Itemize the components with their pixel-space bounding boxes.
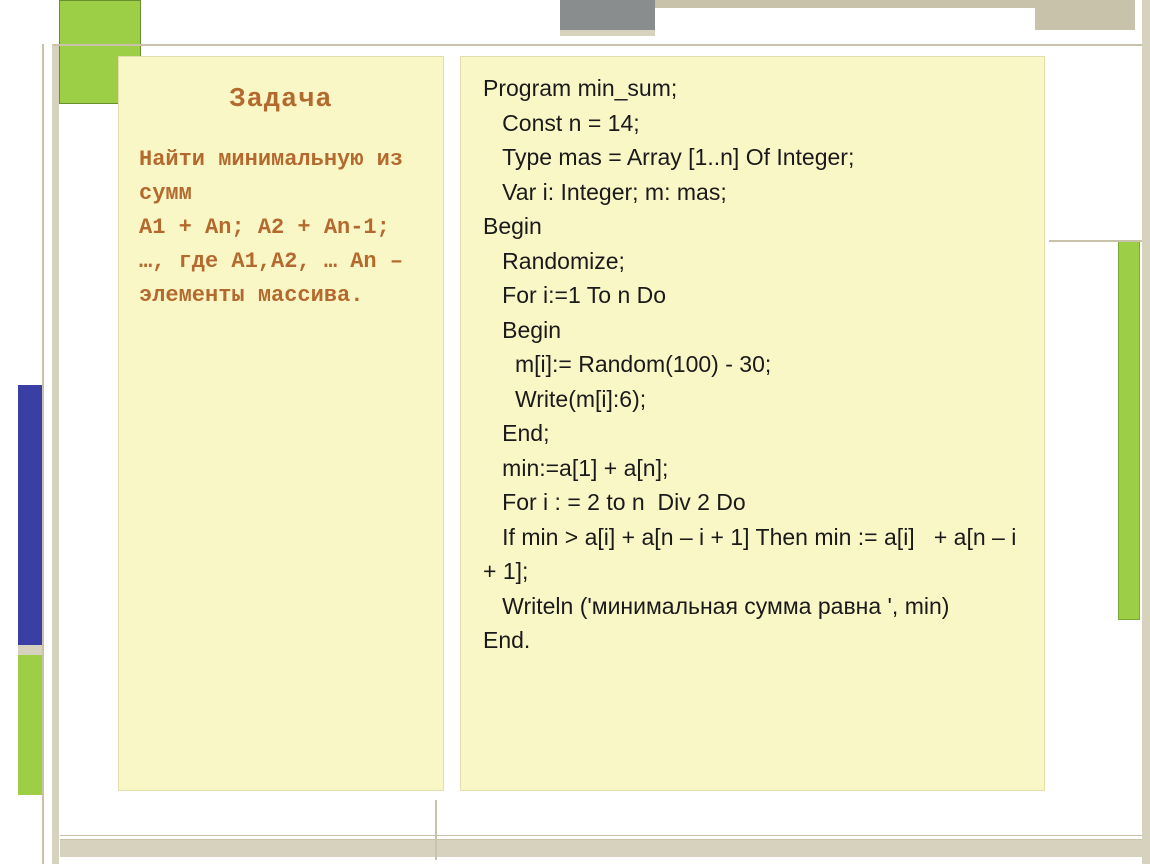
deco-top-tan2 — [655, 0, 1035, 8]
deco-right-tan — [1142, 0, 1150, 864]
deco-top-gray — [560, 0, 655, 30]
task-title: Задача — [139, 85, 423, 115]
task-description: Найти минимальную из сумм A1 + An; A2 + … — [139, 143, 423, 313]
task-line2: A1 + An; A2 + An-1; …, где А1,А2, … Аn –… — [139, 215, 403, 308]
deco-top-tan3 — [1035, 0, 1135, 30]
deco-hline-bottom1 — [60, 835, 1142, 836]
deco-right-green — [1118, 240, 1140, 620]
code-block: Program min_sum; Const n = 14; Type mas … — [483, 71, 1026, 658]
deco-left-green — [18, 655, 42, 795]
task-panel: Задача Найти минимальную из сумм A1 + An… — [118, 56, 444, 791]
deco-hline-mid — [1049, 240, 1142, 242]
deco-hline-top — [53, 44, 1142, 46]
code-panel: Program min_sum; Const n = 14; Type mas … — [460, 56, 1045, 791]
deco-left-tan2 — [18, 645, 42, 655]
deco-top-tan — [560, 30, 655, 36]
deco-left-blue — [18, 385, 42, 645]
task-line1: Найти минимальную из сумм — [139, 147, 403, 206]
deco-hline-bottom2 — [60, 839, 1142, 857]
deco-left-tan — [52, 44, 59, 864]
deco-vline-bottom — [435, 800, 437, 860]
